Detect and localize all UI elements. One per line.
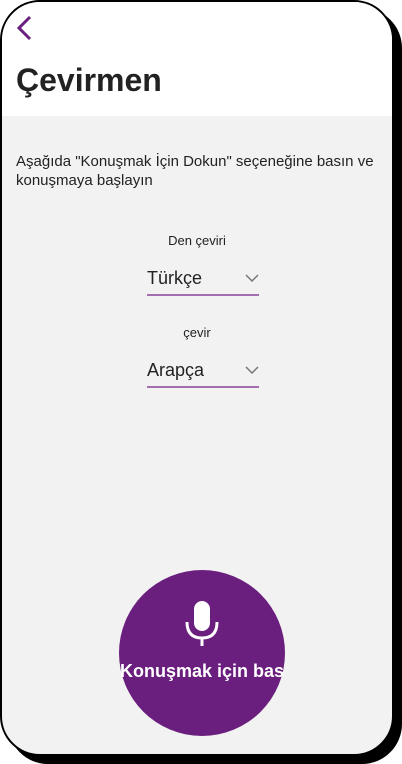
target-language-label: çevir [183, 325, 211, 340]
target-language-value: Arapça [147, 360, 205, 380]
speak-button-label: Konuşmak için bas [119, 661, 285, 681]
target-language-dropdown[interactable]: Arapça [147, 356, 259, 388]
speak-button[interactable]: Konuşmak için bas [119, 570, 285, 736]
chevron-down-icon [245, 274, 259, 282]
source-language-value: Türkçe [147, 268, 203, 288]
source-language-label: Den çeviri [168, 233, 226, 248]
phone-frame: Çevirmen Aşağıda "Konuşmak İçin Dokun" s… [0, 0, 394, 756]
microphone-icon [185, 601, 219, 646]
header: Çevirmen [2, 2, 392, 116]
chevron-left-icon [16, 15, 32, 41]
page-title: Çevirmen [16, 62, 162, 98]
back-button[interactable] [14, 14, 38, 44]
chevron-down-icon [245, 366, 259, 374]
instructions-text: Aşağıda "Konuşmak İçin Dokun" seçeneğine… [16, 153, 374, 189]
source-language-dropdown[interactable]: Türkçe [147, 264, 259, 296]
